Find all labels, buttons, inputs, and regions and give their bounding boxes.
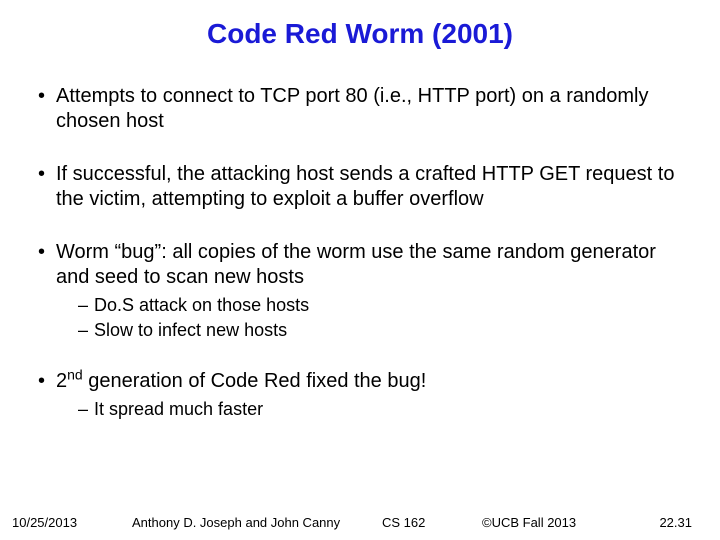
sub-bullet-list: It spread much faster	[56, 398, 692, 421]
bullet-text-superscript: nd	[67, 366, 83, 382]
footer-page: 22.31	[632, 515, 692, 530]
bullet-text-post: generation of Code Red fixed the bug!	[83, 370, 427, 392]
slide-content: Attempts to connect to TCP port 80 (i.e.…	[0, 84, 720, 421]
bullet-text: If successful, the attacking host sends …	[56, 163, 674, 210]
sub-bullet-text: Slow to infect new hosts	[94, 320, 287, 340]
sub-bullet-item: Slow to infect new hosts	[78, 319, 692, 342]
bullet-item: Attempts to connect to TCP port 80 (i.e.…	[38, 84, 692, 134]
bullet-text: Worm “bug”: all copies of the worm use t…	[56, 241, 656, 288]
bullet-item: 2nd generation of Code Red fixed the bug…	[38, 369, 692, 421]
bullet-list: Attempts to connect to TCP port 80 (i.e.…	[28, 84, 692, 421]
sub-bullet-text: Do.S attack on those hosts	[94, 295, 309, 315]
sub-bullet-item: It spread much faster	[78, 398, 692, 421]
footer-date: 10/25/2013	[12, 515, 112, 530]
bullet-text: Attempts to connect to TCP port 80 (i.e.…	[56, 85, 649, 132]
sub-bullet-text: It spread much faster	[94, 399, 263, 419]
bullet-item: Worm “bug”: all copies of the worm use t…	[38, 240, 692, 341]
footer-course: CS 162	[382, 515, 482, 530]
bullet-text-pre: 2	[56, 370, 67, 392]
slide-title: Code Red Worm (2001)	[0, 0, 720, 56]
slide: Code Red Worm (2001) Attempts to connect…	[0, 0, 720, 540]
bullet-item: If successful, the attacking host sends …	[38, 162, 692, 212]
footer-authors: Anthony D. Joseph and John Canny	[112, 515, 382, 530]
sub-bullet-list: Do.S attack on those hosts Slow to infec…	[56, 294, 692, 341]
sub-bullet-item: Do.S attack on those hosts	[78, 294, 692, 317]
slide-footer: 10/25/2013 Anthony D. Joseph and John Ca…	[0, 515, 720, 530]
footer-copyright: ©UCB Fall 2013	[482, 515, 632, 530]
